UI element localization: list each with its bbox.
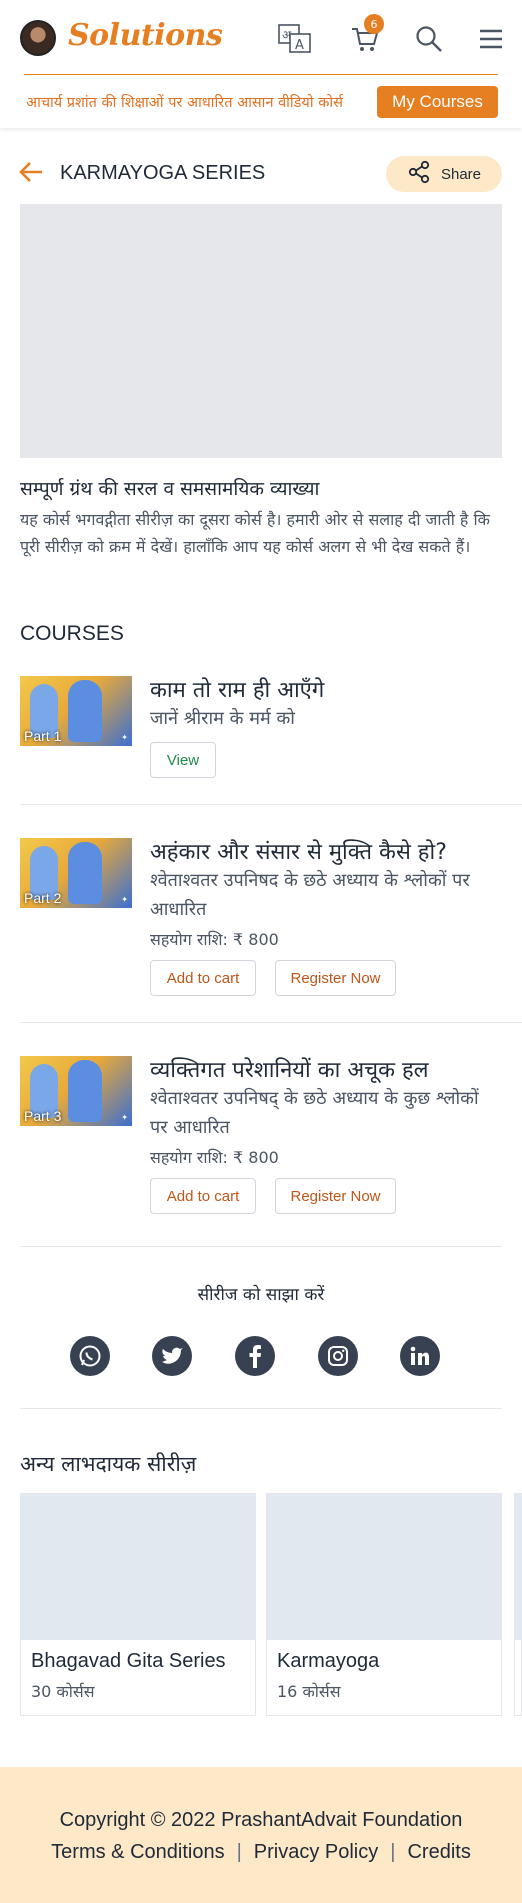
course-title[interactable]: काम तो राम ही आएँगे xyxy=(150,674,522,704)
terms-link[interactable]: Terms & Conditions xyxy=(51,1841,224,1863)
series-video-placeholder[interactable] xyxy=(20,204,502,458)
credits-link[interactable]: Credits xyxy=(407,1841,470,1863)
twitter-icon[interactable] xyxy=(152,1336,192,1376)
course-subtitle: श्वेताश्वतर उपनिषद के छठे अध्याय के श्लो… xyxy=(150,870,470,920)
cart-icon[interactable]: 6 xyxy=(348,14,384,56)
series-card-partial[interactable] xyxy=(514,1493,522,1716)
view-button[interactable]: View xyxy=(150,742,216,778)
search-icon[interactable] xyxy=(412,22,446,56)
series-card-title: Bhagavad Gita Series xyxy=(31,1650,226,1672)
register-now-button[interactable]: Register Now xyxy=(275,1178,396,1214)
course-title[interactable]: अहंकार और संसार से मुक्ति कैसे हो? xyxy=(150,836,522,866)
site-footer: Copyright © 2022 PrashantAdvait Foundati… xyxy=(0,1767,522,1903)
thumbnail-logo: ✦ xyxy=(121,733,128,742)
other-series-heading: अन्य लाभदायक सीरीज़ xyxy=(20,1452,197,1476)
divider xyxy=(20,1408,502,1409)
series-subtitle: सम्पूर्ण ग्रंथ की सरल व समसामयिक व्याख्य… xyxy=(20,478,320,500)
back-arrow-icon[interactable] xyxy=(18,160,44,188)
my-courses-button[interactable]: My Courses xyxy=(377,86,498,118)
divider xyxy=(20,804,522,805)
series-description: यह कोर्स भगवद्गीता सीरीज़ का दूसरा कोर्स… xyxy=(20,510,490,556)
series-card-count: 30 कोर्सस xyxy=(31,1682,95,1701)
courses-heading: COURSES xyxy=(20,622,124,645)
series-card-image xyxy=(515,1494,521,1640)
series-card-title: Karmayoga xyxy=(277,1650,380,1672)
instagram-icon[interactable] xyxy=(318,1336,358,1376)
course-price: सहयोग राशि: ₹ 800 xyxy=(150,1148,279,1167)
add-to-cart-button[interactable]: Add to cart xyxy=(150,960,256,996)
series-card-image xyxy=(267,1494,501,1640)
course-title[interactable]: व्यक्तिगत परेशानियों का अचूक हल xyxy=(150,1054,522,1084)
part-label: Part 2 xyxy=(24,890,62,906)
share-label: Share xyxy=(440,165,482,183)
share-button[interactable]: Share xyxy=(386,156,502,192)
page-title: KARMAYOGA SERIES xyxy=(60,162,266,184)
separator: | xyxy=(236,1841,242,1863)
share-series-label: सीरीज को साझा करें xyxy=(197,1285,325,1305)
separator: | xyxy=(390,1841,396,1863)
course-subtitle: श्वेताश्वतर उपनिषद् के छठे अध्याय के कुछ… xyxy=(150,1088,479,1138)
series-card-image xyxy=(21,1494,255,1640)
translate-icon[interactable]: अ A xyxy=(278,22,312,56)
course-thumbnail[interactable]: Part 3 ✦ xyxy=(20,1056,132,1126)
part-label: Part 3 xyxy=(24,1108,62,1124)
header-divider xyxy=(24,74,498,75)
svg-text:A: A xyxy=(295,38,304,53)
add-to-cart-button[interactable]: Add to cart xyxy=(150,1178,256,1214)
part-label: Part 1 xyxy=(24,728,62,744)
course-thumbnail[interactable]: Part 1 ✦ xyxy=(20,676,132,746)
course-subtitle: जानें श्रीराम के मर्म को xyxy=(150,708,295,729)
course-thumbnail[interactable]: Part 2 ✦ xyxy=(20,838,132,908)
copyright-text: Copyright © 2022 PrashantAdvait Foundati… xyxy=(59,1809,463,1831)
facebook-icon[interactable] xyxy=(235,1336,275,1376)
register-now-button[interactable]: Register Now xyxy=(275,960,396,996)
thumbnail-logo: ✦ xyxy=(121,1113,128,1122)
divider xyxy=(20,1022,522,1023)
cart-count-badge: 6 xyxy=(364,14,384,34)
series-card[interactable]: Bhagavad Gita Series 30 कोर्सस xyxy=(20,1493,256,1716)
site-header: Solutions अ A 6 आचार्य प्रशांत की शिक्षा xyxy=(0,0,522,128)
share-icon xyxy=(407,160,431,188)
series-card[interactable]: Karmayoga 16 कोर्सस xyxy=(266,1493,502,1716)
course-price: सहयोग राशि: ₹ 800 xyxy=(150,930,279,949)
privacy-policy-link[interactable]: Privacy Policy xyxy=(254,1841,378,1863)
series-card-count: 16 कोर्सस xyxy=(277,1682,341,1701)
thumbnail-logo: ✦ xyxy=(121,895,128,904)
menu-icon[interactable] xyxy=(474,22,508,56)
linkedin-icon[interactable] xyxy=(400,1336,440,1376)
brand-logo[interactable]: Solutions xyxy=(68,18,223,53)
divider xyxy=(20,1246,502,1247)
tagline: आचार्य प्रशांत की शिक्षाओं पर आधारित आसा… xyxy=(26,95,343,111)
avatar[interactable] xyxy=(20,20,56,56)
whatsapp-icon[interactable] xyxy=(70,1336,110,1376)
footer-links: Terms & Conditions | Privacy Policy | Credit… xyxy=(0,1841,522,1864)
